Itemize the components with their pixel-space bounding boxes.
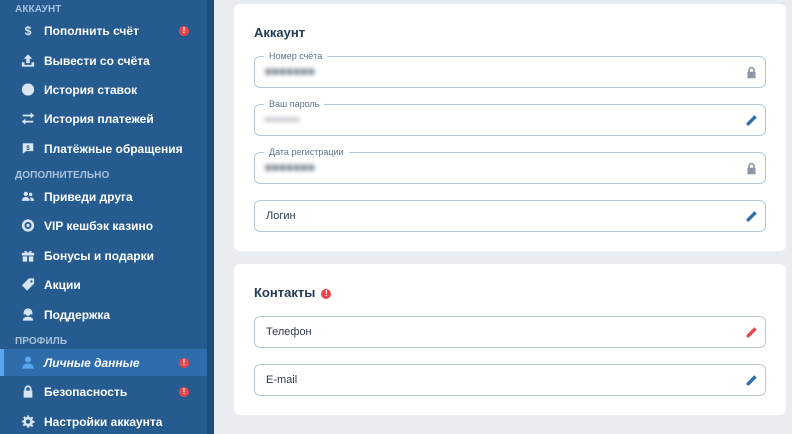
- alert-badge: !: [179, 386, 189, 397]
- sidebar-item-label: Акции: [44, 277, 81, 292]
- pencil-icon[interactable]: [744, 209, 758, 223]
- sidebar-item-vip-cashback[interactable]: VIP кешбэк казино: [0, 212, 207, 239]
- section-header-profile: ПРОФИЛЬ: [15, 336, 68, 347]
- section-header-additional: ДОПОЛНИТЕЛЬНО: [15, 170, 110, 181]
- user-icon: [20, 355, 35, 370]
- support-icon: [20, 307, 35, 322]
- dollar-icon: $: [20, 23, 35, 38]
- sidebar-item-label: Пополнить счёт: [44, 23, 139, 38]
- field-value: ••••••••: [265, 114, 300, 126]
- field-placeholder: E-mail: [266, 374, 298, 386]
- arrows-icon: [20, 111, 35, 126]
- gear-icon: [20, 414, 35, 429]
- sidebar-item-account-settings[interactable]: Настройки аккаунта: [0, 408, 207, 434]
- alert-badge: !: [179, 25, 189, 36]
- login-field[interactable]: Логин: [254, 200, 766, 232]
- alert-badge: !: [179, 357, 189, 368]
- sidebar-item-bet-history[interactable]: История ставок: [0, 76, 207, 103]
- casino-chip-icon: [20, 218, 35, 233]
- sidebar-item-label: VIP кешбэк казино: [44, 218, 154, 233]
- upload-icon: [20, 53, 35, 68]
- field-placeholder: Телефон: [266, 326, 312, 338]
- field-value: ■■■■■■■: [265, 66, 316, 78]
- pencil-icon[interactable]: [744, 373, 758, 387]
- sidebar-item-deposit[interactable]: $ Пополнить счёт !: [0, 17, 207, 44]
- payment-chat-icon: $: [20, 141, 35, 156]
- users-icon: [20, 189, 35, 204]
- sidebar-item-label: История платежей: [44, 111, 154, 126]
- svg-text:$: $: [26, 145, 30, 152]
- sidebar-item-label: Вывести со счёта: [44, 53, 150, 68]
- sidebar-item-label: История ставок: [44, 82, 138, 97]
- sidebar-item-withdraw[interactable]: Вывести со счёта: [0, 47, 207, 74]
- field-value: ■■■■■■■: [265, 162, 316, 174]
- sidebar-item-payment-requests[interactable]: $ Платёжные обращения: [0, 135, 207, 162]
- account-card-title: Аккаунт: [254, 25, 306, 40]
- field-label: Номер счёта: [264, 50, 328, 62]
- pencil-icon[interactable]: [744, 113, 758, 127]
- field-placeholder: Логин: [266, 210, 296, 222]
- account-number-field[interactable]: Номер счёта ■■■■■■■: [254, 50, 766, 88]
- sidebar-item-label: Безопасность: [44, 384, 128, 399]
- pencil-icon[interactable]: [744, 325, 758, 339]
- lock-icon: [744, 65, 758, 79]
- sidebar-scroll-strip: [207, 0, 214, 434]
- sidebar-item-label: Личные данные: [44, 355, 140, 370]
- lock-icon: [20, 384, 35, 399]
- password-field[interactable]: Ваш пароль ••••••••: [254, 98, 766, 136]
- sidebar-item-security[interactable]: Безопасность !: [0, 378, 207, 405]
- field-label: Дата регистрации: [264, 146, 349, 158]
- alert-badge: !: [321, 289, 332, 299]
- section-header-account: АККАУНТ: [15, 4, 62, 15]
- sidebar-item-personal-data[interactable]: Личные данные !: [0, 349, 207, 376]
- account-card: Аккаунт Номер счёта ■■■■■■■ Ваш пароль •…: [234, 4, 786, 251]
- lock-icon: [744, 161, 758, 175]
- sidebar: АККАУНТ $ Пополнить счёт ! Вывести со сч…: [0, 0, 207, 434]
- sidebar-item-label: Поддержка: [44, 307, 111, 322]
- sidebar-item-promotions[interactable]: Акции: [0, 271, 207, 298]
- sidebar-item-refer-friend[interactable]: Приведи друга: [0, 183, 207, 210]
- sidebar-item-bonuses[interactable]: Бонусы и подарки: [0, 242, 207, 269]
- field-label: Ваш пароль: [264, 98, 325, 110]
- contacts-card: Контакты! Телефон E-mail: [234, 264, 786, 415]
- sidebar-item-label: Приведи друга: [44, 189, 133, 204]
- svg-text:$: $: [24, 24, 31, 38]
- registration-date-field[interactable]: Дата регистрации ■■■■■■■: [254, 146, 766, 184]
- contacts-card-title: Контакты!: [254, 285, 332, 300]
- email-field[interactable]: E-mail: [254, 364, 766, 396]
- gift-icon: [20, 248, 35, 263]
- phone-field[interactable]: Телефон: [254, 316, 766, 348]
- tag-icon: [20, 277, 35, 292]
- sidebar-item-label: Платёжные обращения: [44, 141, 183, 156]
- sidebar-item-label: Настройки аккаунта: [44, 414, 163, 429]
- sidebar-item-payment-history[interactable]: История платежей: [0, 105, 207, 132]
- sidebar-item-support[interactable]: Поддержка: [0, 301, 207, 328]
- contacts-title-text: Контакты: [254, 285, 316, 300]
- clock-icon: [20, 82, 35, 97]
- sidebar-item-label: Бонусы и подарки: [44, 248, 154, 263]
